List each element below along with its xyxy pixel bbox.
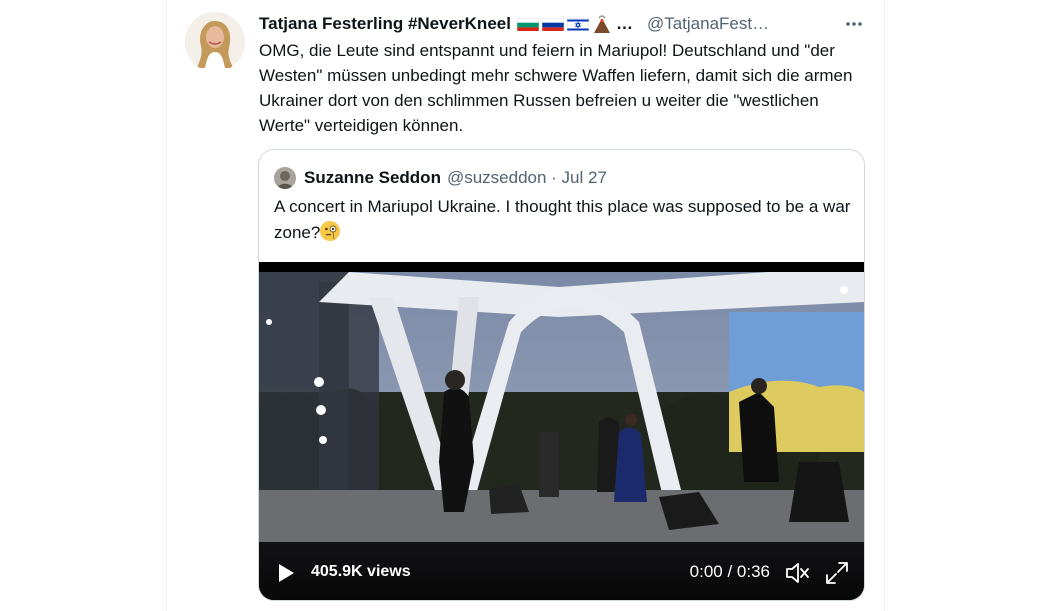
israel-flag-icon xyxy=(566,17,589,31)
fullscreen-button[interactable] xyxy=(824,560,850,586)
tweet-text: OMG, die Leute sind entspannt und feiern… xyxy=(259,41,853,135)
author-avatar[interactable] xyxy=(185,12,245,72)
view-count: 405.9K views xyxy=(311,563,411,580)
video-player[interactable]: 405.9K views 0:00 / 0:36 xyxy=(259,262,864,600)
quoted-author-avatar[interactable] xyxy=(274,167,296,189)
author-name[interactable]: Tatjana Festerling #NeverKneel xyxy=(259,14,511,34)
play-icon xyxy=(279,564,294,582)
volcano-icon xyxy=(592,14,612,34)
quoted-tweet-text: A concert in Mariupol Ukraine. I thought… xyxy=(274,197,851,242)
volume-muted-icon xyxy=(786,563,809,583)
more-options-button[interactable] xyxy=(842,12,866,36)
quoted-tweet[interactable]: Suzanne Seddon @suzseddon · Jul 27 A con… xyxy=(258,149,865,601)
quoted-author-meta[interactable]: @suzseddon · Jul 27 xyxy=(447,168,607,188)
play-button[interactable] xyxy=(275,562,297,584)
video-controls: 405.9K views 0:00 / 0:36 xyxy=(259,548,864,600)
expand-icon xyxy=(826,562,848,584)
face-with-monocle-icon xyxy=(320,221,341,241)
mute-button[interactable] xyxy=(784,560,810,586)
author-handle[interactable]: @TatjanaFest… xyxy=(647,14,769,34)
name-overflow: … xyxy=(615,14,633,33)
video-time: 0:00 / 0:36 xyxy=(689,562,770,581)
bulgaria-flag-icon xyxy=(516,17,539,31)
tweet-header: Tatjana Festerling #NeverKneel … @Tatjan… xyxy=(259,12,869,36)
quoted-tweet-text-block: A concert in Mariupol Ukraine. I thought… xyxy=(274,194,854,246)
quoted-tweet-header: Suzanne Seddon @suzseddon · Jul 27 xyxy=(274,166,607,190)
name-emoji-flags: … xyxy=(516,14,633,34)
quoted-author-name[interactable]: Suzanne Seddon xyxy=(304,168,441,188)
russia-flag-icon xyxy=(541,17,564,31)
more-horizontal-icon xyxy=(846,22,862,26)
